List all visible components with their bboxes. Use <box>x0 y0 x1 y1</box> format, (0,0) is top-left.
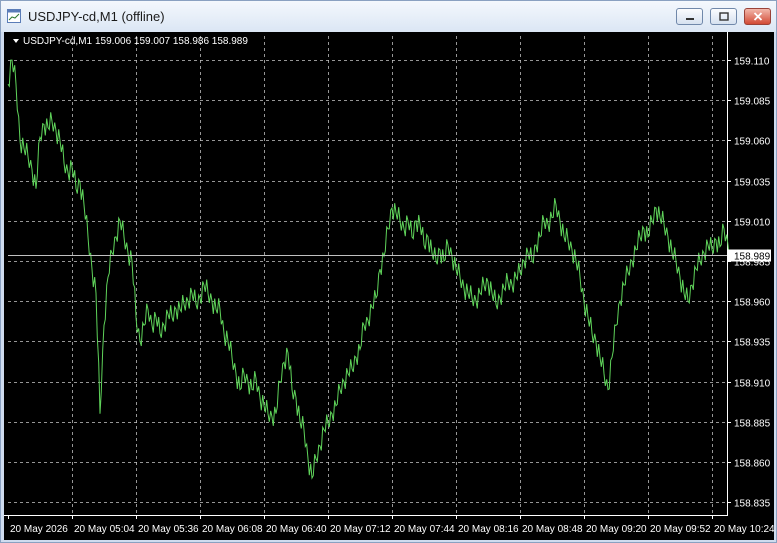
chart-symbol: USDJPY-cd,M1 <box>23 36 93 47</box>
time-axis[interactable]: 20 May 2026 20 May 05:04 20 May 05:36 20 Ma… <box>8 515 775 535</box>
price-tick-label: 158.960 <box>734 298 771 309</box>
price-line <box>7 59 732 480</box>
price-tick-label: 158.860 <box>734 459 771 470</box>
chart-window: USDJPY-cd,M1 (offline) 159.110 159.085 159… <box>0 0 777 543</box>
chart-window-icon <box>7 9 21 23</box>
time-tick-label: 20 May 05:04 <box>74 524 135 535</box>
chart-canvas[interactable]: 159.110 159.085 159.060 159.035 159.010 158.9… <box>4 32 774 540</box>
price-tick-label: 158.835 <box>734 499 771 510</box>
price-tick-label: 159.110 <box>734 57 770 68</box>
price-tick-label: 158.885 <box>734 419 771 430</box>
price-tick-label: 159.085 <box>734 97 771 108</box>
maximize-icon <box>718 12 729 21</box>
window-title: USDJPY-cd,M1 (offline) <box>28 9 165 24</box>
time-tick-label: 20 May 05:36 <box>138 524 199 535</box>
chart-header: USDJPY-cd,M1 159.006 159.007 158.986 158… <box>13 36 248 47</box>
time-tick-label: 20 May 09:20 <box>586 524 647 535</box>
time-tick-label: 20 May 08:48 <box>522 524 583 535</box>
minimize-icon <box>685 17 694 20</box>
time-tick-label: 20 May 10:24 <box>714 524 774 535</box>
time-tick-label: 20 May 08:16 <box>458 524 519 535</box>
time-tick-label: 20 May 06:08 <box>202 524 263 535</box>
chart-menu-icon[interactable] <box>13 39 19 43</box>
price-tick-label: 159.060 <box>734 137 771 148</box>
time-tick-label: 20 May 2026 <box>10 524 68 535</box>
close-icon <box>753 12 762 21</box>
current-price-label: 158.989 <box>734 252 771 263</box>
title-bar[interactable]: USDJPY-cd,M1 (offline) <box>1 1 776 32</box>
price-tick-label: 158.910 <box>734 379 771 390</box>
price-axis[interactable]: 159.110 159.085 159.060 159.035 159.010 158.9… <box>727 57 771 510</box>
time-tick-label: 20 May 07:44 <box>394 524 455 535</box>
time-tick-label: 20 May 07:12 <box>330 524 391 535</box>
chart-grid <box>4 32 728 516</box>
time-tick-label: 20 May 09:52 <box>650 524 711 535</box>
price-series <box>7 59 732 480</box>
close-button[interactable] <box>744 8 771 25</box>
time-tick-label: 20 May 06:40 <box>266 524 327 535</box>
price-tick-label: 159.035 <box>734 178 771 189</box>
chart-ohlc-values: 159.006 159.007 158.986 158.989 <box>95 36 248 47</box>
minimize-button[interactable] <box>676 8 703 25</box>
price-tick-label: 158.935 <box>734 338 771 349</box>
price-tick-label: 159.010 <box>734 218 771 229</box>
maximize-button[interactable] <box>710 8 737 25</box>
price-chart[interactable]: 159.110 159.085 159.060 159.035 159.010 158.9… <box>4 32 774 540</box>
